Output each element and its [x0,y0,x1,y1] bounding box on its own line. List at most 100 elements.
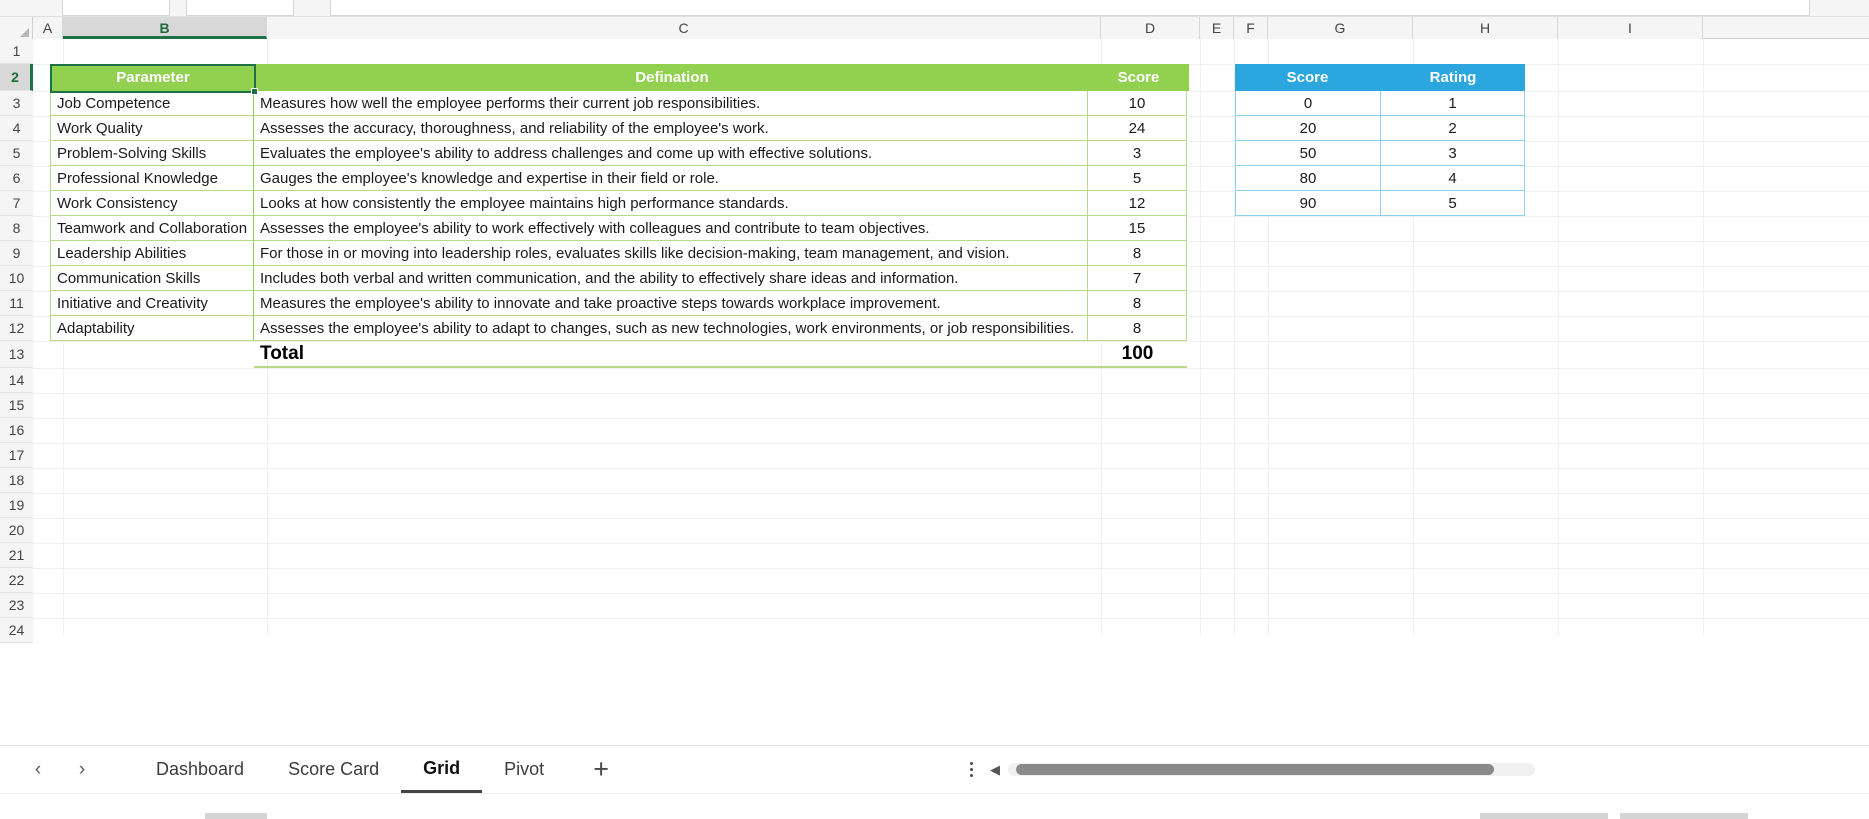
table-row[interactable]: Teamwork and CollaborationAssesses the e… [50,216,1189,241]
cell-score[interactable]: 7 [1088,266,1187,291]
cell-parameter[interactable]: Communication Skills [50,266,254,291]
column-header-c[interactable]: C [267,17,1101,39]
cell-score[interactable]: 24 [1088,116,1187,141]
cell-parameter[interactable]: Professional Knowledge [50,166,254,191]
cell-definition[interactable]: For those in or moving into leadership r… [254,241,1088,266]
column-header-g[interactable]: G [1268,17,1413,39]
cell-definition[interactable]: Evaluates the employee's ability to addr… [254,141,1088,166]
cell-parameter[interactable]: Adaptability [50,316,254,341]
row-header-4[interactable]: 4 [0,116,33,141]
scroll-left-icon[interactable]: ◀ [990,762,1000,778]
lookup-cell-score[interactable]: 50 [1235,141,1380,166]
table-row[interactable]: AdaptabilityAssesses the employee's abil… [50,316,1189,341]
table-row[interactable]: Initiative and CreativityMeasures the em… [50,291,1189,316]
row-header-2[interactable]: 2 [0,64,33,91]
cell-definition[interactable]: Assesses the employee's ability to adapt… [254,316,1088,341]
column-header-f[interactable]: F [1234,17,1268,39]
cell-score[interactable]: 8 [1088,291,1187,316]
table-row[interactable]: Problem-Solving SkillsEvaluates the empl… [50,141,1189,166]
table-row[interactable]: Leadership AbilitiesFor those in or movi… [50,241,1189,266]
cell-score[interactable]: 10 [1088,91,1187,116]
cell-definition[interactable]: Assesses the accuracy, thoroughness, and… [254,116,1088,141]
row-header-22[interactable]: 22 [0,568,33,593]
lookup-cell-rating[interactable]: 3 [1380,141,1525,166]
row-header-1[interactable]: 1 [0,39,33,64]
cell-definition[interactable]: Measures how well the employee performs … [254,91,1088,116]
scrollbar-thumb[interactable] [1016,764,1494,775]
row-header-20[interactable]: 20 [0,518,33,543]
cell-parameter[interactable]: Work Quality [50,116,254,141]
sheet-tab-dashboard[interactable]: Dashboard [134,747,266,793]
sheet-tab-score-card[interactable]: Score Card [266,747,401,793]
cell-parameter[interactable]: Leadership Abilities [50,241,254,266]
sheet-tab-grid[interactable]: Grid [401,747,482,793]
table-row[interactable]: Communication SkillsIncludes both verbal… [50,266,1189,291]
lookup-cell-score[interactable]: 80 [1235,166,1380,191]
table-row[interactable]: Job CompetenceMeasures how well the empl… [50,91,1189,116]
cell-definition[interactable]: Gauges the employee's knowledge and expe… [254,166,1088,191]
cell-score[interactable]: 15 [1088,216,1187,241]
row-header-17[interactable]: 17 [0,443,33,468]
row-header-18[interactable]: 18 [0,468,33,493]
cell-score[interactable]: 3 [1088,141,1187,166]
scrollbar-track[interactable] [1008,763,1535,776]
row-header-12[interactable]: 12 [0,316,33,341]
table-row[interactable]: Work QualityAssesses the accuracy, thoro… [50,116,1189,141]
column-header-h[interactable]: H [1413,17,1558,39]
lookup-table-row[interactable]: 804 [1235,166,1525,191]
row-header-21[interactable]: 21 [0,543,33,568]
row-header-24[interactable]: 24 [0,618,33,643]
cell-score[interactable]: 8 [1088,316,1187,341]
cell-score[interactable]: 8 [1088,241,1187,266]
next-sheet-icon[interactable]: › [68,756,96,784]
cell-score[interactable]: 5 [1088,166,1187,191]
row-header-23[interactable]: 23 [0,593,33,618]
cell-definition[interactable]: Measures the employee's ability to innov… [254,291,1088,316]
row-header-9[interactable]: 9 [0,241,33,266]
cell-definition[interactable]: Looks at how consistently the employee m… [254,191,1088,216]
lookup-cell-score[interactable]: 0 [1235,91,1380,116]
column-header-i[interactable]: I [1558,17,1703,39]
table-row[interactable]: Work ConsistencyLooks at how consistentl… [50,191,1189,216]
column-header-a[interactable]: A [33,17,63,39]
ribbon-tab-3[interactable] [330,0,1810,16]
cell-parameter[interactable]: Work Consistency [50,191,254,216]
row-header-15[interactable]: 15 [0,393,33,418]
cell-parameter[interactable]: Job Competence [50,91,254,116]
row-header-10[interactable]: 10 [0,266,33,291]
column-header-e[interactable]: E [1200,17,1234,39]
lookup-cell-score[interactable]: 20 [1235,116,1380,141]
lookup-cell-rating[interactable]: 4 [1380,166,1525,191]
cell-definition[interactable]: Assesses the employee's ability to work … [254,216,1088,241]
lookup-table-row[interactable]: 202 [1235,116,1525,141]
horizontal-scrollbar[interactable]: ◀ [990,761,1535,779]
lookup-cell-rating[interactable]: 2 [1380,116,1525,141]
row-header-13[interactable]: 13 [0,341,33,368]
row-header-6[interactable]: 6 [0,166,33,191]
row-header-16[interactable]: 16 [0,418,33,443]
cell-score[interactable]: 12 [1088,191,1187,216]
lookup-cell-score[interactable]: 90 [1235,191,1380,216]
lookup-cell-rating[interactable]: 5 [1380,191,1525,216]
cell-parameter[interactable]: Problem-Solving Skills [50,141,254,166]
row-header-19[interactable]: 19 [0,493,33,518]
lookup-table-row[interactable]: 905 [1235,191,1525,216]
row-header-7[interactable]: 7 [0,191,33,216]
sheet-options-kebab-icon[interactable] [962,757,980,783]
column-header-b[interactable]: B [63,17,267,39]
row-header-8[interactable]: 8 [0,216,33,241]
select-all-corner[interactable] [0,17,33,39]
previous-sheet-icon[interactable]: ‹ [24,756,52,784]
grid-canvas[interactable]: Parameter Defination Score Job Competenc… [33,39,1869,636]
row-header-14[interactable]: 14 [0,368,33,393]
table-row[interactable]: Professional KnowledgeGauges the employe… [50,166,1189,191]
cell-parameter[interactable]: Initiative and Creativity [50,291,254,316]
row-header-3[interactable]: 3 [0,91,33,116]
lookup-table-row[interactable]: 503 [1235,141,1525,166]
add-sheet-button[interactable]: + [584,753,618,787]
row-header-11[interactable]: 11 [0,291,33,316]
row-header-5[interactable]: 5 [0,141,33,166]
lookup-table-row[interactable]: 01 [1235,91,1525,116]
column-header-d[interactable]: D [1101,17,1200,39]
ribbon-tab-1[interactable] [62,0,170,16]
